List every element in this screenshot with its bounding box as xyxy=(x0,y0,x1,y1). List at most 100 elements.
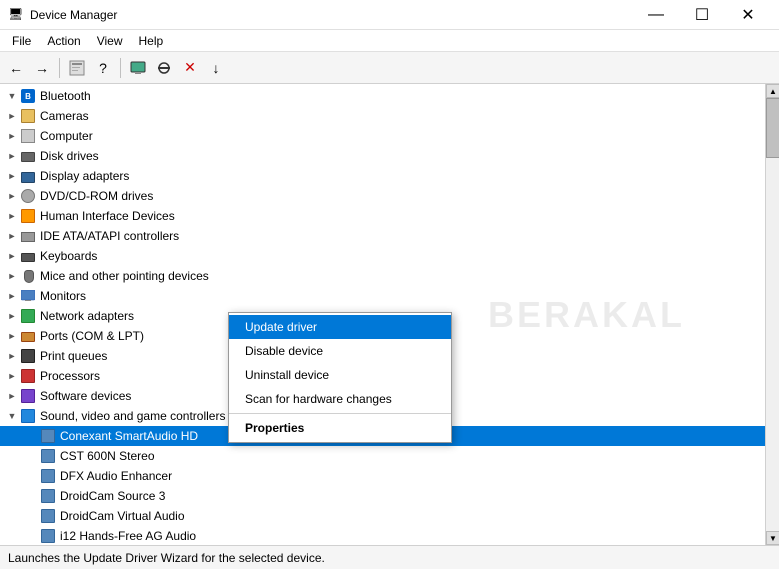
print-icon xyxy=(20,348,36,364)
tree-item-22[interactable]: i12 Hands-Free AG Audio xyxy=(0,526,765,545)
context-menu-item[interactable]: Uninstall device xyxy=(229,363,451,387)
network-icon xyxy=(20,308,36,324)
menu-help[interactable]: Help xyxy=(131,32,172,50)
tree-item-8[interactable]: ►Keyboards xyxy=(0,246,765,266)
tree-item-19[interactable]: DFX Audio Enhancer xyxy=(0,466,765,486)
context-menu-item[interactable]: Scan for hardware changes xyxy=(229,387,451,411)
expand-arrow[interactable] xyxy=(24,528,40,544)
tree-item-21[interactable]: DroidCam Virtual Audio xyxy=(0,506,765,526)
tree-item-5[interactable]: ► DVD/CD-ROM drives xyxy=(0,186,765,206)
disk-icon xyxy=(20,148,36,164)
expand-arrow[interactable] xyxy=(24,508,40,524)
app-title: Device Manager xyxy=(30,8,633,22)
tree-item-0[interactable]: ▼B Bluetooth xyxy=(0,86,765,106)
tree-label: Display adapters xyxy=(40,169,129,183)
scan-button[interactable] xyxy=(152,56,176,80)
tree-label: Print queues xyxy=(40,349,107,363)
expand-arrow[interactable]: ▼ xyxy=(4,408,20,424)
scroll-track[interactable] xyxy=(766,98,779,531)
minimize-button[interactable]: — xyxy=(633,0,679,30)
status-bar: Launches the Update Driver Wizard for th… xyxy=(0,545,779,569)
tree-item-18[interactable]: CST 600N Stereo xyxy=(0,446,765,466)
tree-label: Human Interface Devices xyxy=(40,209,175,223)
sound-icon xyxy=(20,408,36,424)
expand-arrow[interactable]: ► xyxy=(4,148,20,164)
forward-button[interactable]: → xyxy=(30,56,54,80)
tree-item-3[interactable]: ► Disk drives xyxy=(0,146,765,166)
tree-item-6[interactable]: ► Human Interface Devices xyxy=(0,206,765,226)
context-menu-item[interactable]: Properties xyxy=(229,416,451,440)
toolbar-separator-2 xyxy=(120,58,121,78)
tree-label: Software devices xyxy=(40,389,131,403)
expand-arrow[interactable]: ▼ xyxy=(4,88,20,104)
audio-device-icon xyxy=(40,448,56,464)
expand-arrow[interactable]: ► xyxy=(4,388,20,404)
scroll-thumb[interactable] xyxy=(766,98,779,158)
tree-item-2[interactable]: ►Computer xyxy=(0,126,765,146)
expand-arrow[interactable]: ► xyxy=(4,268,20,284)
expand-arrow[interactable]: ► xyxy=(4,248,20,264)
scrollbar[interactable]: ▲ ▼ xyxy=(765,84,779,545)
context-menu-separator xyxy=(229,413,451,414)
scroll-up-button[interactable]: ▲ xyxy=(766,84,779,98)
menu-view[interactable]: View xyxy=(89,32,131,50)
title-bar: 🖥 Device Manager — ☐ ✕ xyxy=(0,0,779,30)
audio-device-icon xyxy=(40,528,56,544)
tree-label: DroidCam Source 3 xyxy=(60,489,165,503)
expand-arrow[interactable]: ► xyxy=(4,108,20,124)
expand-arrow[interactable]: ► xyxy=(4,308,20,324)
help-button[interactable]: ? xyxy=(91,56,115,80)
remove-button[interactable]: ✕ xyxy=(178,56,202,80)
expand-arrow[interactable] xyxy=(24,488,40,504)
tree-item-10[interactable]: ► Monitors xyxy=(0,286,765,306)
audio-device-icon xyxy=(40,488,56,504)
tree-label: CST 600N Stereo xyxy=(60,449,155,463)
tree-label: Ports (COM & LPT) xyxy=(40,329,144,343)
expand-arrow[interactable]: ► xyxy=(4,288,20,304)
expand-arrow[interactable]: ► xyxy=(4,128,20,144)
monitor-icon xyxy=(20,288,36,304)
expand-arrow[interactable]: ► xyxy=(4,208,20,224)
processor-icon xyxy=(20,368,36,384)
display-icon xyxy=(20,168,36,184)
back-button[interactable]: ← xyxy=(4,56,28,80)
toolbar-separator-1 xyxy=(59,58,60,78)
expand-arrow[interactable] xyxy=(24,428,40,444)
menu-action[interactable]: Action xyxy=(39,32,88,50)
scroll-down-button[interactable]: ▼ xyxy=(766,531,779,545)
expand-arrow[interactable] xyxy=(24,448,40,464)
monitor-button[interactable] xyxy=(126,56,150,80)
close-button[interactable]: ✕ xyxy=(725,0,771,30)
tree-label: DVD/CD-ROM drives xyxy=(40,189,153,203)
expand-arrow[interactable]: ► xyxy=(4,348,20,364)
tree-item-1[interactable]: ►Cameras xyxy=(0,106,765,126)
tree-label: Disk drives xyxy=(40,149,99,163)
bluetooth-icon: B xyxy=(20,88,36,104)
status-text: Launches the Update Driver Wizard for th… xyxy=(8,551,325,565)
properties-button[interactable] xyxy=(65,56,89,80)
tree-item-7[interactable]: ► IDE ATA/ATAPI controllers xyxy=(0,226,765,246)
expand-arrow[interactable]: ► xyxy=(4,228,20,244)
tree-label: Sound, video and game controllers xyxy=(40,409,225,423)
software-icon xyxy=(20,388,36,404)
tree-label: IDE ATA/ATAPI controllers xyxy=(40,229,179,243)
tree-item-9[interactable]: ►Mice and other pointing devices xyxy=(0,266,765,286)
tree-label: DroidCam Virtual Audio xyxy=(60,509,185,523)
expand-arrow[interactable]: ► xyxy=(4,328,20,344)
expand-arrow[interactable]: ► xyxy=(4,168,20,184)
context-menu-item[interactable]: Disable device xyxy=(229,339,451,363)
update-button[interactable]: ↓ xyxy=(204,56,228,80)
expand-arrow[interactable] xyxy=(24,468,40,484)
expand-arrow[interactable]: ► xyxy=(4,368,20,384)
tree-item-20[interactable]: DroidCam Source 3 xyxy=(0,486,765,506)
tree-item-4[interactable]: ► Display adapters xyxy=(0,166,765,186)
port-icon xyxy=(20,328,36,344)
menu-file[interactable]: File xyxy=(4,32,39,50)
cpu-icon xyxy=(20,128,36,144)
tree-label: Bluetooth xyxy=(40,89,91,103)
audio-device-icon xyxy=(40,468,56,484)
context-menu-item[interactable]: Update driver xyxy=(229,315,451,339)
tree-label: Monitors xyxy=(40,289,86,303)
expand-arrow[interactable]: ► xyxy=(4,188,20,204)
maximize-button[interactable]: ☐ xyxy=(679,0,725,30)
